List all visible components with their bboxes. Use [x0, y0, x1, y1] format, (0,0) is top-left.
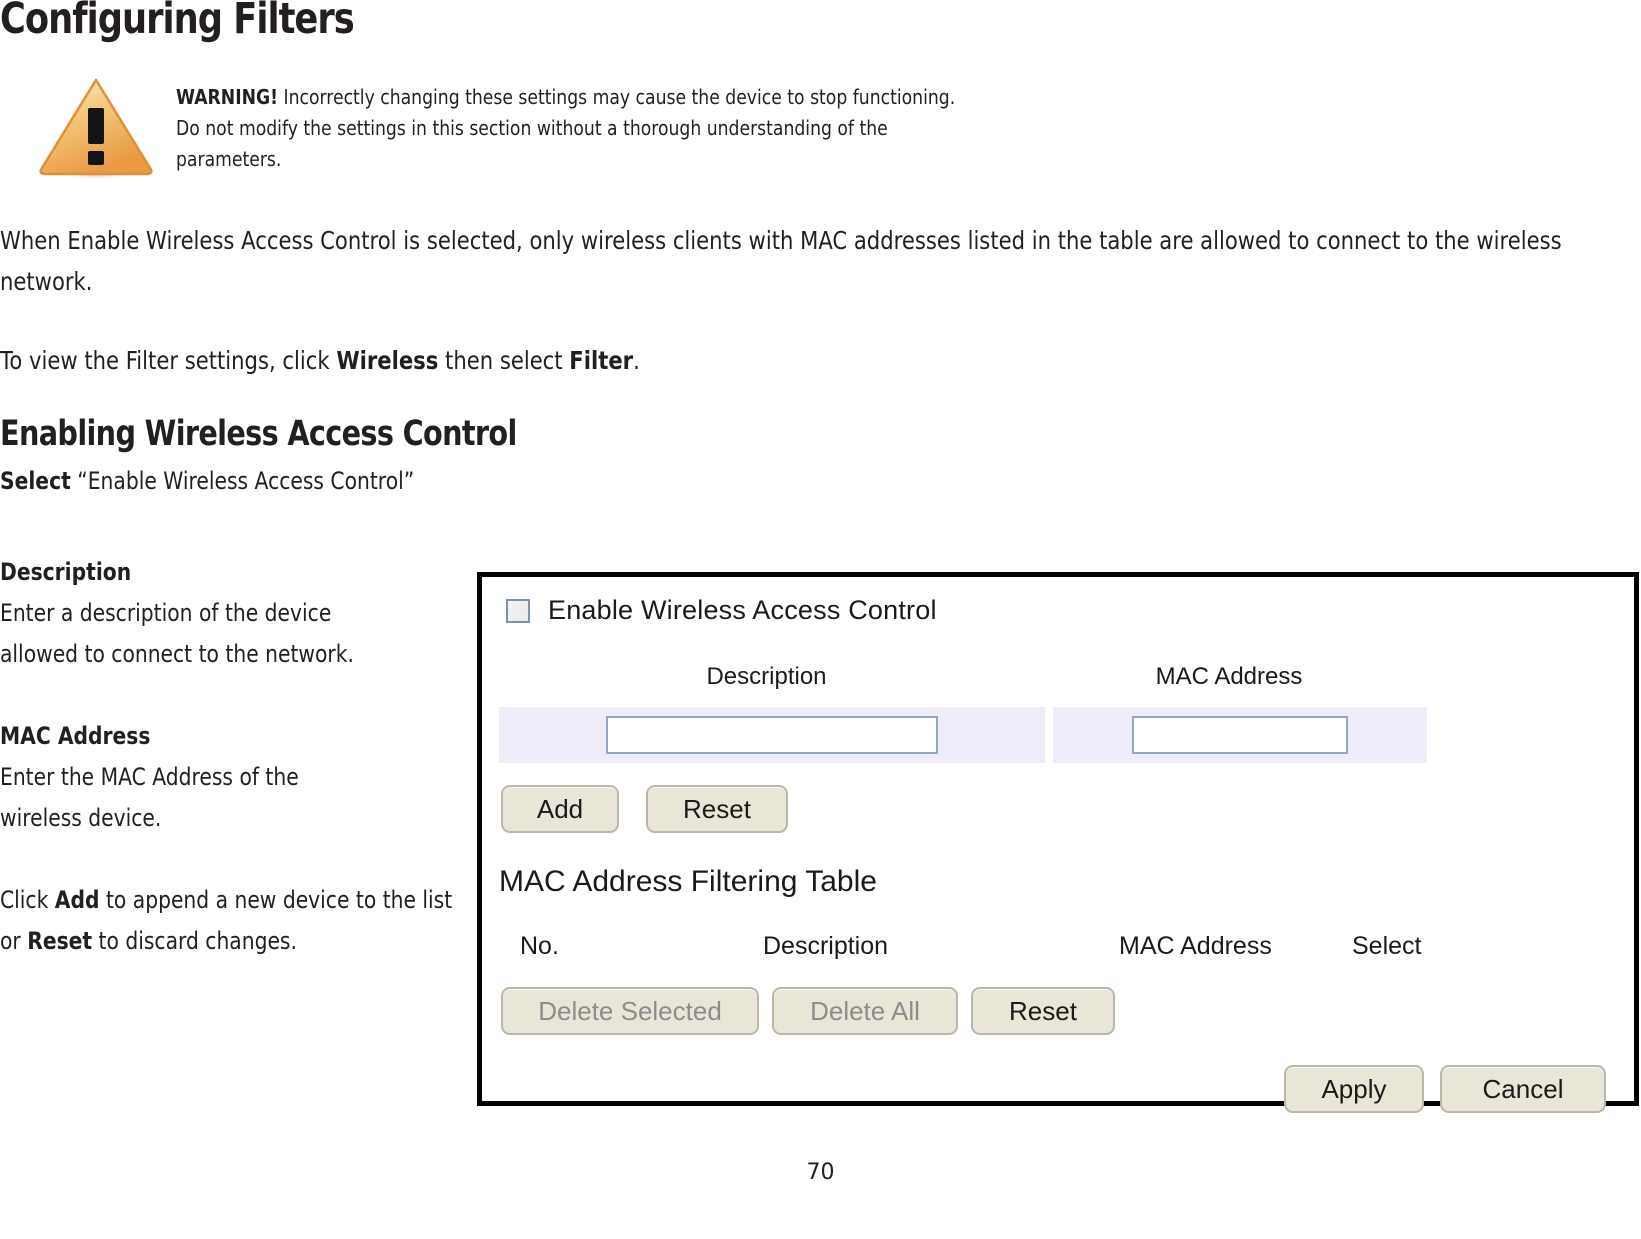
mac-address-input[interactable]	[1132, 716, 1348, 754]
table-column-no: No.	[520, 932, 559, 960]
spacer-2	[0, 839, 473, 880]
enable-wireless-access-control-checkbox[interactable]	[506, 598, 530, 623]
table-reset-button[interactable]: Reset	[971, 987, 1115, 1035]
wireless-filter-settings-panel: Enable Wireless Access Control Descripti…	[477, 572, 1639, 1113]
table-column-description: Description	[763, 932, 889, 960]
reset-button[interactable]: Reset	[646, 785, 788, 833]
filter-nav-bold-wireless: Wireless	[336, 346, 439, 375]
add-instr-bold-reset: Reset	[27, 927, 93, 955]
desc-field-line1: Enter a description of the device	[0, 599, 332, 627]
add-instr-prefix: Click	[0, 886, 55, 914]
apply-button[interactable]: Apply	[1284, 1065, 1424, 1113]
section-select-bold: Select	[0, 467, 71, 495]
description-input-cell	[499, 707, 1045, 763]
mac-field-line2: wireless device.	[0, 804, 162, 832]
form-header-mac-address: MAC Address	[1155, 663, 1303, 690]
page-title: Configuring Filters	[0, 0, 355, 44]
form-column-headers: Description MAC Address	[494, 663, 1434, 691]
filter-nav-prefix: To view the Filter settings, click	[0, 346, 337, 375]
warning-triangle-icon	[38, 74, 158, 184]
warning-label: WARNING!	[176, 85, 279, 109]
input-row-gap	[1045, 707, 1053, 763]
page-number: 70	[806, 1160, 835, 1185]
add-instr-bold-add: Add	[54, 886, 100, 914]
filter-nav-paragraph: To view the Filter settings, click Wirel…	[0, 340, 1183, 381]
table-column-mac-address: MAC Address	[1119, 932, 1272, 960]
field-descriptions-column: Description Enter a description of the d…	[0, 552, 473, 962]
description-input[interactable]	[606, 716, 938, 754]
filter-nav-suffix: .	[633, 346, 640, 375]
form-input-row	[499, 707, 1439, 763]
mac-filtering-table-title: MAC Address Filtering Table	[499, 865, 877, 898]
mac-address-input-cell	[1053, 707, 1427, 763]
warning-callout: WARNING! Incorrectly changing these sett…	[0, 70, 1150, 181]
cancel-button[interactable]: Cancel	[1440, 1065, 1606, 1113]
document-page: Configuring Filters WARNING! Incorrectly…	[0, 0, 1641, 1239]
desc-field-line2: allowed to connect to the network.	[0, 640, 354, 668]
mac-field-line1: Enter the MAC Address of the	[0, 763, 299, 791]
filter-nav-bold-filter: Filter	[569, 346, 634, 375]
add-reset-button-row: Add Reset	[501, 785, 788, 833]
add-button[interactable]: Add	[501, 785, 619, 833]
warning-body: Incorrectly changing these settings may …	[176, 85, 956, 171]
table-action-button-row: Delete Selected Delete All Reset	[501, 987, 1115, 1035]
mac-filtering-table-header: No. Description MAC Address Select	[499, 932, 1499, 962]
form-header-description: Description	[706, 663, 827, 690]
filter-nav-middle: then select	[438, 346, 570, 375]
section-select-rest: “Enable Wireless Access Control”	[70, 467, 415, 495]
intro-paragraph: When Enable Wireless Access Control is s…	[0, 226, 1562, 296]
mac-field-label: MAC Address	[0, 722, 151, 750]
add-reset-instruction: Click Add to append a new device to the …	[0, 880, 473, 962]
desc-field-label: Description	[0, 558, 132, 586]
enable-wireless-access-control-label: Enable Wireless Access Control	[548, 595, 937, 625]
delete-selected-button[interactable]: Delete Selected	[501, 987, 759, 1035]
enable-wireless-access-control-row[interactable]: Enable Wireless Access Control	[506, 595, 937, 626]
table-column-select: Select	[1352, 932, 1422, 960]
section-heading: Enabling Wireless Access Control	[0, 414, 517, 454]
delete-all-button[interactable]: Delete All	[772, 987, 958, 1035]
spacer-1	[0, 675, 473, 716]
apply-cancel-button-row: Apply Cancel	[1284, 1065, 1606, 1113]
add-instr-suffix: to discard changes.	[92, 927, 297, 955]
warning-text: WARNING! Incorrectly changing these sett…	[176, 82, 982, 175]
section-subtitle: Select “Enable Wireless Access Control”	[0, 467, 414, 495]
